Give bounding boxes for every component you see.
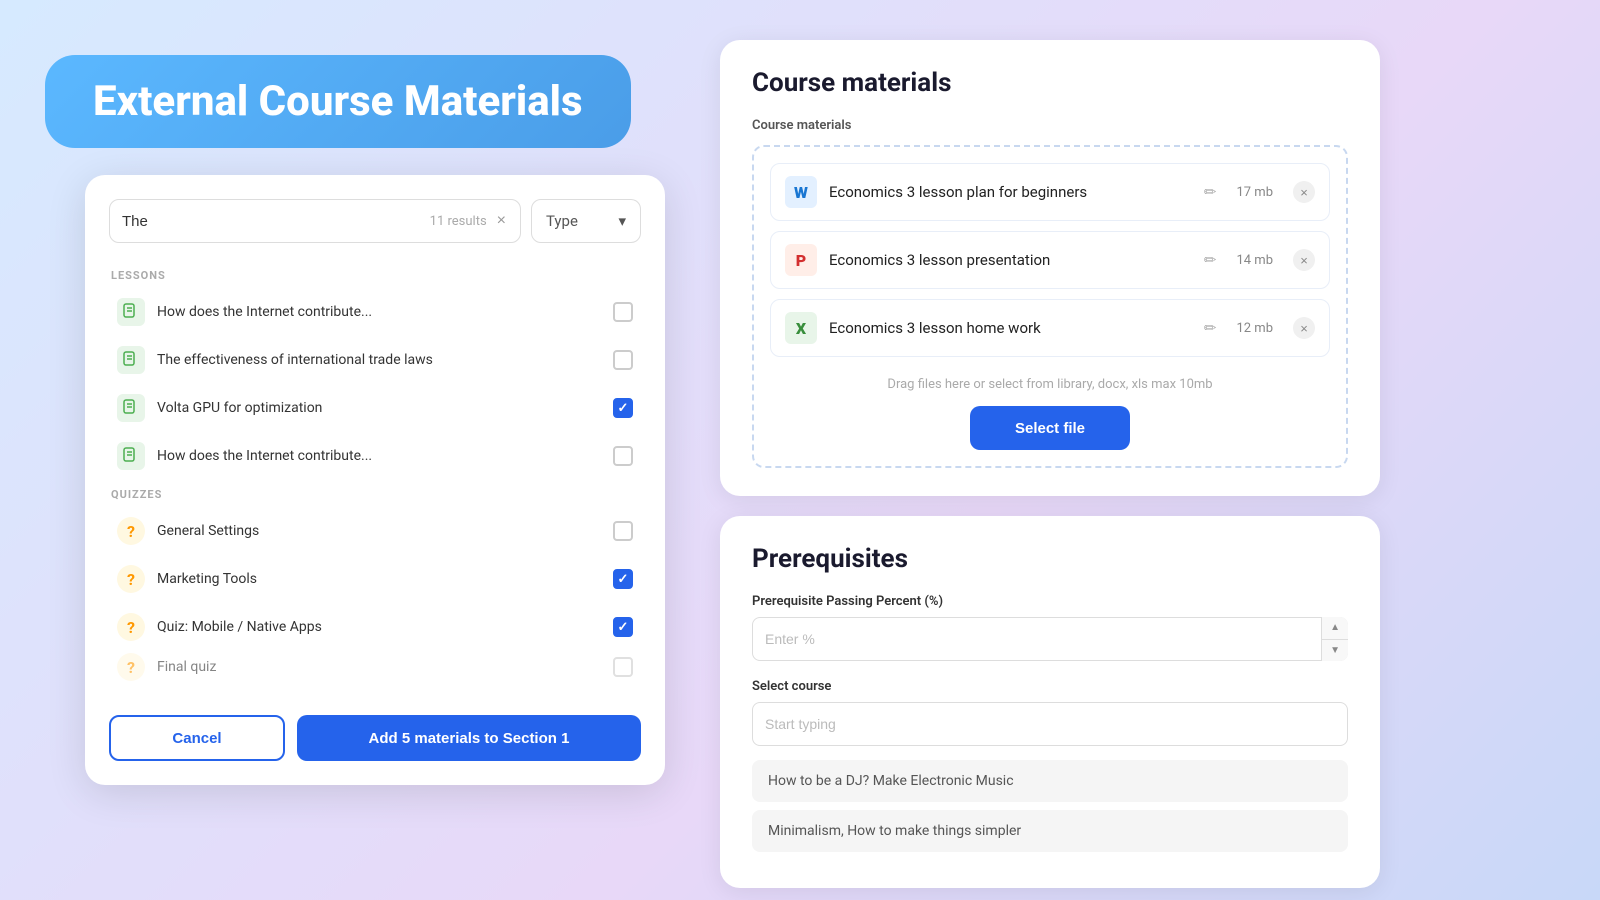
chevron-down-icon: ▾ [618,212,626,230]
drop-hint: Drag files here or select from library, … [770,367,1330,406]
ppt-icon: P [785,244,817,276]
quizzes-section-label: QUIZZES [109,488,641,501]
quiz-icon: ? [117,517,145,545]
suggestion-row[interactable]: Minimalism, How to make things simpler [752,810,1348,852]
drop-zone[interactable]: W Economics 3 lesson plan for beginners … [752,145,1348,468]
passing-percent-label: Prerequisite Passing Percent (%) [752,594,1348,609]
item-text: Volta GPU for optimization [157,400,601,416]
file-size: 17 mb [1236,185,1273,200]
file-size: 14 mb [1236,253,1273,268]
material-row: X Economics 3 lesson home work ✏ 12 mb × [770,299,1330,357]
search-input[interactable] [122,213,422,230]
course-materials-title: Course materials [752,68,1348,98]
select-course-label: Select course [752,679,1348,694]
item-checkbox[interactable] [613,350,633,370]
list-item[interactable]: ? Final quiz [109,651,641,683]
clear-search-button[interactable]: × [495,212,508,230]
modal-footer: Cancel Add 5 materials to Section 1 [109,715,641,761]
suggestion-text: How to be a DJ? Make Electronic Music [768,773,1014,789]
item-checkbox[interactable] [613,617,633,637]
suggestion-text: Minimalism, How to make things simpler [768,823,1021,839]
remove-button[interactable]: × [1293,181,1315,203]
list-item[interactable]: The effectiveness of international trade… [109,336,641,384]
items-list: LESSONS How does the Internet contribute… [109,261,641,699]
material-row: P Economics 3 lesson presentation ✏ 14 m… [770,231,1330,289]
type-filter-dropdown[interactable]: Type ▾ [531,199,641,243]
remove-button[interactable]: × [1293,317,1315,339]
item-checkbox[interactable] [613,657,633,677]
remove-button[interactable]: × [1293,249,1315,271]
type-filter-label: Type [546,212,578,230]
file-size: 12 mb [1236,321,1273,336]
passing-percent-input[interactable] [752,617,1348,661]
item-checkbox[interactable] [613,569,633,589]
course-materials-card: Course materials Course materials W Econ… [720,40,1380,496]
list-item[interactable]: How does the Internet contribute... [109,432,641,480]
add-materials-button[interactable]: Add 5 materials to Section 1 [297,715,641,761]
item-checkbox[interactable] [613,521,633,541]
select-course-input[interactable] [752,702,1348,746]
excel-icon: X [785,312,817,344]
item-checkbox[interactable] [613,302,633,322]
quiz-icon: ? [117,653,145,681]
item-text: How does the Internet contribute... [157,448,601,464]
course-materials-section-label: Course materials [752,118,1348,133]
quiz-icon: ? [117,565,145,593]
left-modal: 11 results × Type ▾ LESSONS How does the… [85,175,665,785]
passing-percent-field[interactable]: ▲ ▼ [752,617,1348,661]
item-text: The effectiveness of international trade… [157,352,601,368]
material-name: Economics 3 lesson plan for beginners [829,183,1192,201]
search-bar: 11 results × Type ▾ [109,199,641,243]
list-item[interactable]: How does the Internet contribute... [109,288,641,336]
quiz-icon: ? [117,613,145,641]
search-input-wrap[interactable]: 11 results × [109,199,521,243]
results-count: 11 results [430,214,487,229]
material-row: W Economics 3 lesson plan for beginners … [770,163,1330,221]
item-checkbox[interactable] [613,446,633,466]
material-name: Economics 3 lesson home work [829,319,1192,337]
select-file-button[interactable]: Select file [970,406,1130,450]
suggestion-row[interactable]: How to be a DJ? Make Electronic Music [752,760,1348,802]
lesson-icon [117,298,145,326]
spinner-buttons: ▲ ▼ [1321,617,1348,661]
item-text: General Settings [157,523,601,539]
list-item[interactable]: ? Quiz: Mobile / Native Apps [109,603,641,651]
lesson-icon [117,394,145,422]
item-text: How does the Internet contribute... [157,304,601,320]
lesson-icon [117,442,145,470]
page-title: External Course Materials [93,77,583,126]
edit-icon[interactable]: ✏ [1204,319,1217,337]
lesson-icon [117,346,145,374]
list-item[interactable]: Volta GPU for optimization [109,384,641,432]
right-panel: Course materials Course materials W Econ… [720,40,1380,888]
spin-up-button[interactable]: ▲ [1322,617,1348,640]
item-text: Quiz: Mobile / Native Apps [157,619,601,635]
prerequisites-title: Prerequisites [752,544,1348,574]
word-icon: W [785,176,817,208]
edit-icon[interactable]: ✏ [1204,183,1217,201]
list-item[interactable]: ? Marketing Tools [109,555,641,603]
cancel-button[interactable]: Cancel [109,715,285,761]
prerequisites-card: Prerequisites Prerequisite Passing Perce… [720,516,1380,888]
page-title-badge: External Course Materials [45,55,631,148]
material-name: Economics 3 lesson presentation [829,251,1192,269]
lessons-section-label: LESSONS [109,269,641,282]
list-item[interactable]: ? General Settings [109,507,641,555]
item-text: Final quiz [157,659,601,675]
item-checkbox[interactable] [613,398,633,418]
edit-icon[interactable]: ✏ [1204,251,1217,269]
item-text: Marketing Tools [157,571,601,587]
spin-down-button[interactable]: ▼ [1322,640,1348,662]
